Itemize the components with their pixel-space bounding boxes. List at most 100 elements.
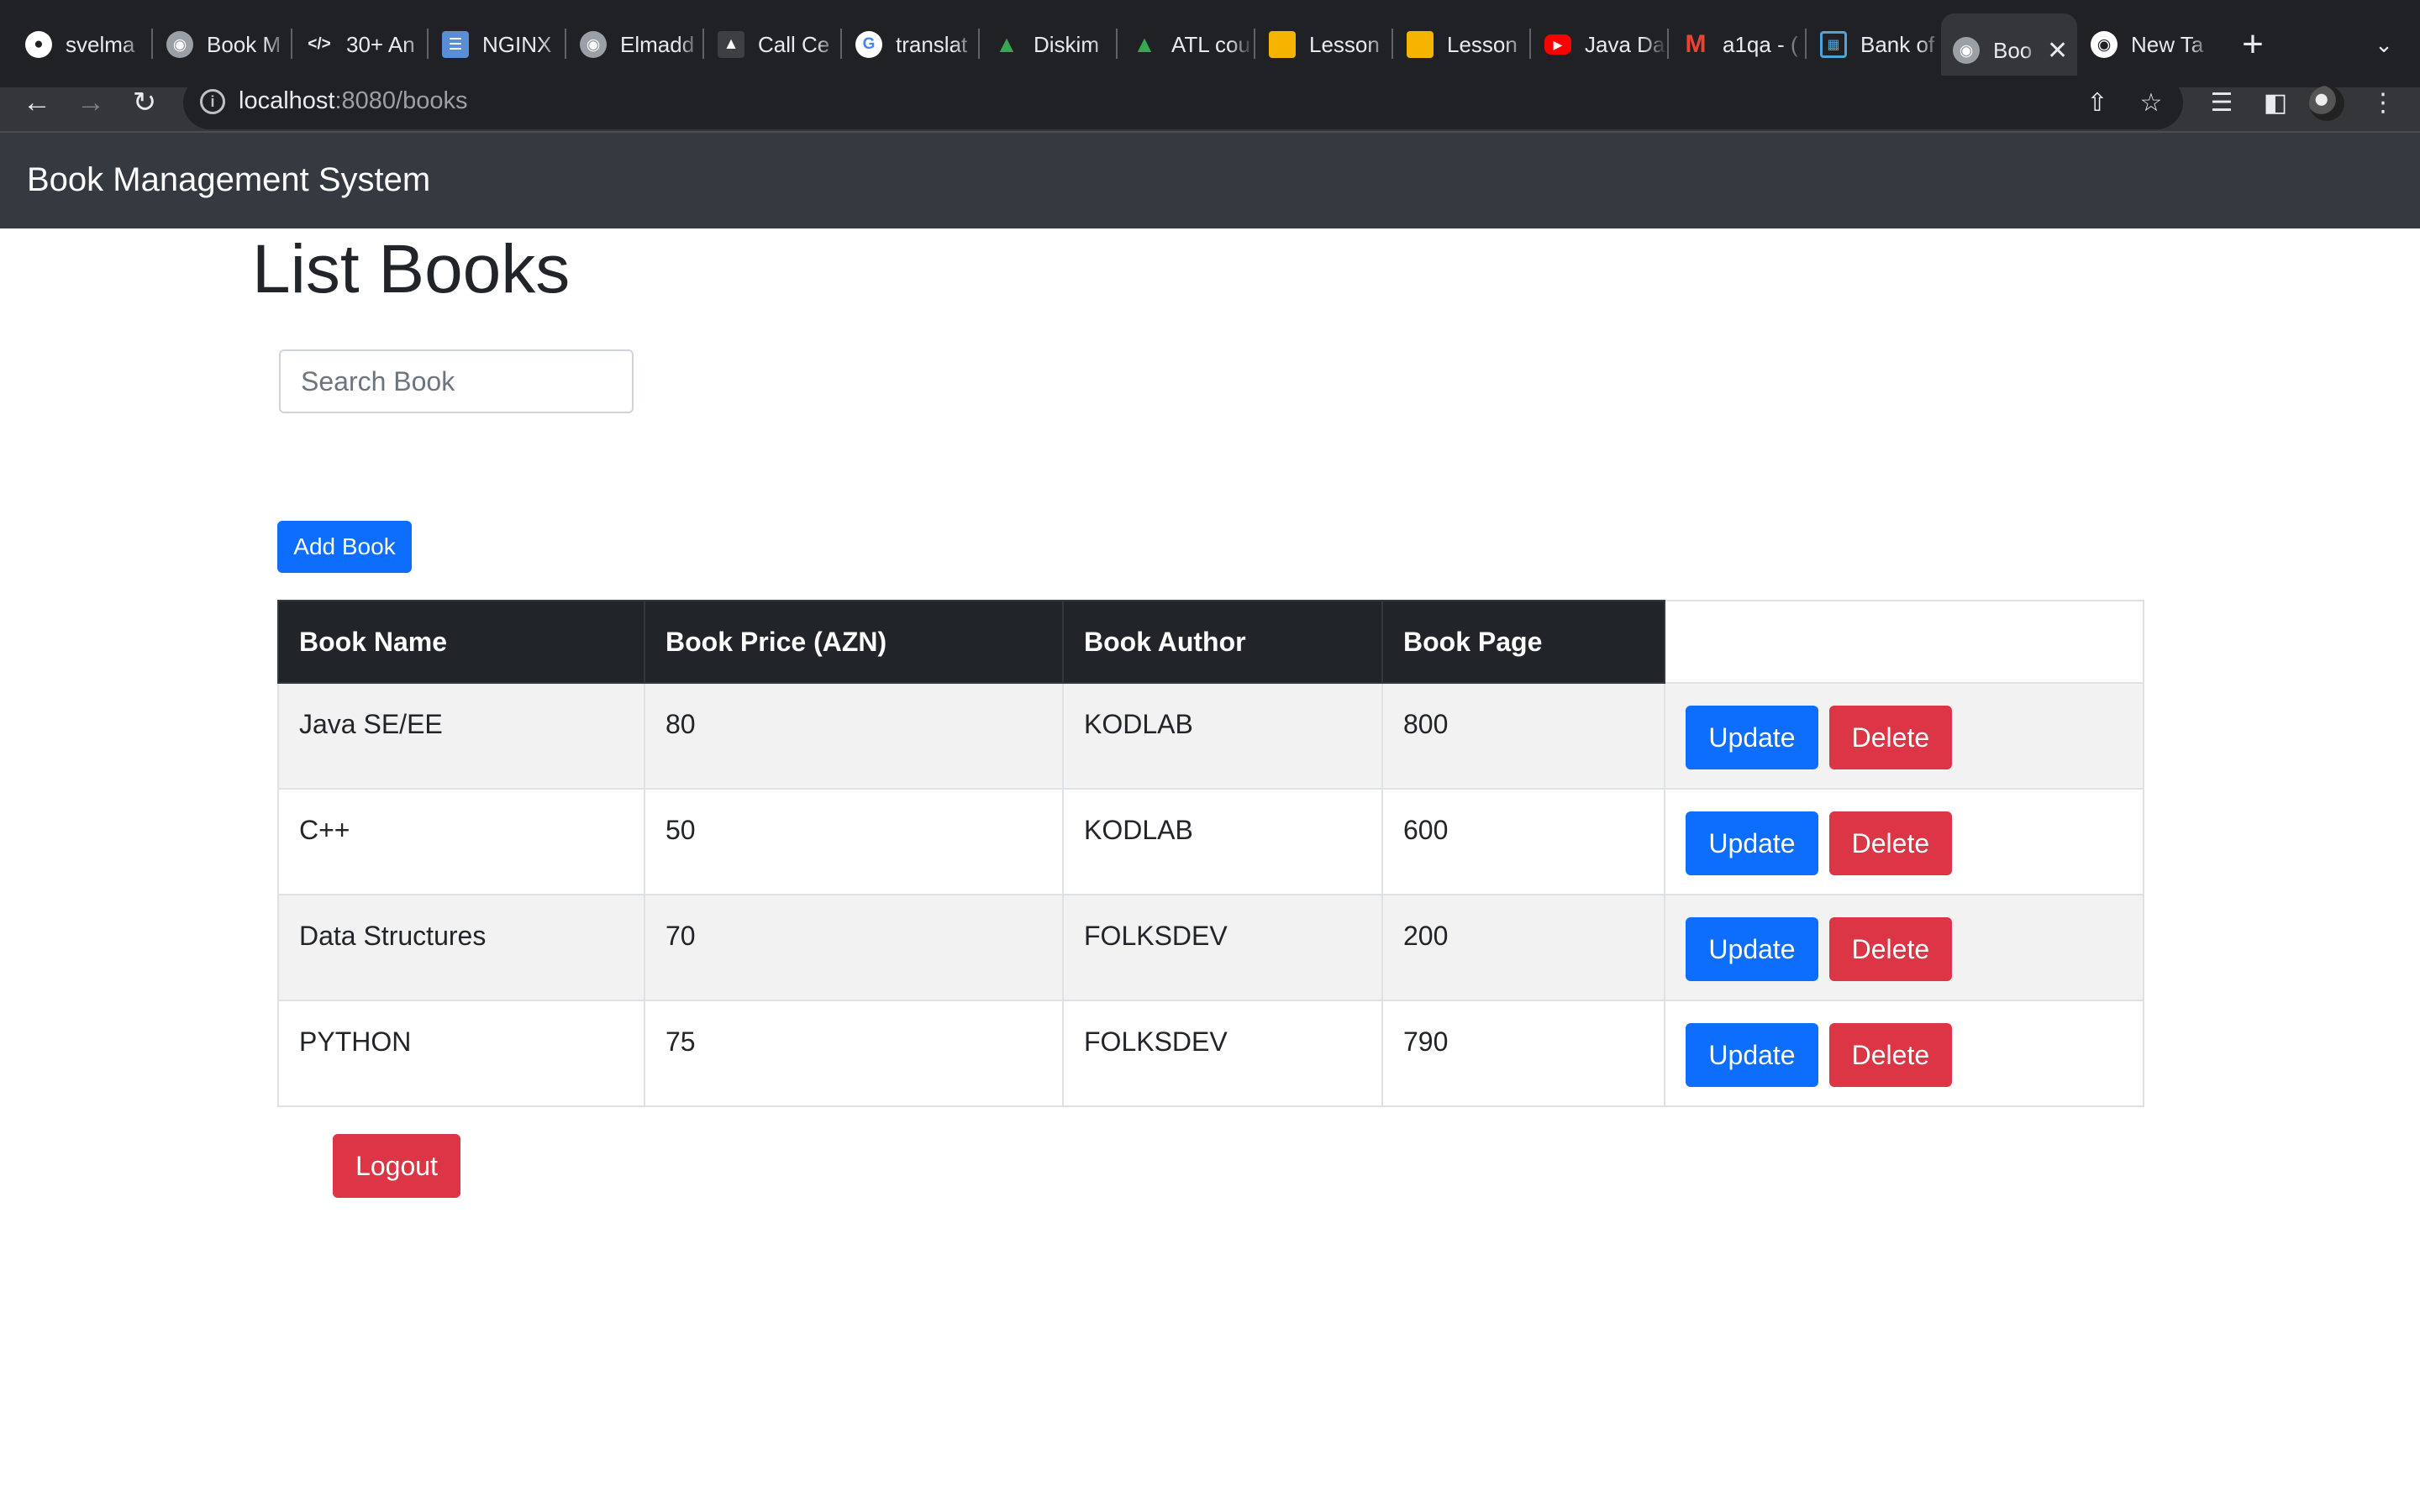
gmail-icon: M (1685, 30, 1707, 58)
tab-label: 30+ An (346, 31, 415, 57)
back-arrow-icon[interactable]: ← (13, 79, 60, 126)
cell-book-name: Data Structures (277, 894, 645, 1001)
column-header-price: Book Price (AZN) (644, 600, 1064, 684)
tab-label: Book M (207, 31, 281, 57)
cell-book-price: 80 (644, 682, 1064, 790)
cell-book-name: Java SE/EE (277, 682, 645, 790)
books-table: Book Name Book Price (AZN) Book Author B… (277, 600, 2144, 1107)
table-row: Data Structures 70 FOLKSDEV 200 Update D… (277, 894, 2144, 1001)
tab-label: Diskim (1034, 31, 1099, 57)
cell-book-author: FOLKSDEV (1062, 894, 1383, 1001)
delete-button[interactable]: Delete (1828, 917, 1952, 981)
url-text[interactable]: localhost:8080/books (239, 87, 467, 115)
column-header-name: Book Name (277, 600, 645, 684)
column-header-actions (1664, 600, 2144, 684)
cell-book-author: KODLAB (1062, 682, 1383, 790)
media-queue-icon[interactable]: ☰ (2202, 82, 2242, 123)
tab-label: New Ta (2131, 31, 2204, 57)
youtube-icon: ▶ (1544, 34, 1571, 55)
tab-label: NGINX (482, 31, 552, 57)
cell-book-name: C++ (277, 788, 645, 895)
browser-tab[interactable]: Lesson (1395, 18, 1529, 71)
delete-button[interactable]: Delete (1828, 1023, 1952, 1087)
code-icon: </> (308, 35, 331, 53)
delete-button[interactable]: Delete (1828, 811, 1952, 875)
cell-book-price: 70 (644, 894, 1064, 1001)
cell-book-pages: 200 (1381, 894, 1665, 1001)
globe-icon: ◉ (580, 31, 607, 58)
tab-label: Boo (1993, 37, 2033, 63)
close-tab-icon[interactable]: ✕ (2047, 36, 2068, 66)
graduation-cap-icon: ▲ (718, 31, 744, 58)
cell-book-price: 50 (644, 788, 1064, 895)
update-button[interactable]: Update (1686, 1023, 1818, 1087)
browser-tab[interactable]: ◉ New Ta (2079, 18, 2213, 71)
bookmark-star-icon[interactable]: ☆ (2133, 84, 2170, 121)
browser-tab[interactable]: M a1qa - ( (1670, 18, 1805, 71)
address-bar[interactable]: i localhost:8080/books ⇧ ☆ (183, 76, 2183, 129)
cell-book-author: FOLKSDEV (1062, 1000, 1383, 1107)
cell-book-name: PYTHON (277, 1000, 645, 1107)
update-button[interactable]: Update (1686, 811, 1818, 875)
chrome-icon: ◉ (2091, 31, 2118, 58)
cell-actions: Update Delete (1664, 1000, 2144, 1107)
column-header-author: Book Author (1062, 600, 1383, 684)
google-icon: G (855, 31, 882, 58)
tab-label: Call Ce (758, 31, 830, 57)
cell-book-pages: 600 (1381, 788, 1665, 895)
table-header-row: Book Name Book Price (AZN) Book Author B… (277, 600, 2144, 684)
table-row: Java SE/EE 80 KODLAB 800 Update Delete (277, 682, 2144, 790)
browser-tab[interactable]: Lesson (1257, 18, 1392, 71)
browser-tab[interactable]: ▦ Bank of (1808, 18, 1943, 71)
tab-label: Bank of (1860, 31, 1935, 57)
browser-tab[interactable]: </> 30+ An (294, 18, 429, 71)
navbar: Book Management System (0, 133, 2420, 228)
cell-actions: Update Delete (1664, 682, 2144, 790)
browser-tab[interactable]: ▲ Diskim (981, 18, 1116, 71)
tab-label: translat (896, 31, 968, 57)
table-row: C++ 50 KODLAB 600 Update Delete (277, 788, 2144, 895)
browser-tab[interactable]: ☰ NGINX (430, 18, 565, 71)
cell-book-pages: 790 (1381, 1000, 1665, 1107)
share-icon[interactable]: ⇧ (2079, 84, 2116, 121)
browser-tab-strip: ● svelma ◉ Book M </> 30+ An ☰ NGINX ◉ E… (0, 0, 2420, 87)
cell-actions: Update Delete (1664, 894, 2144, 1001)
page-title: List Books (252, 231, 571, 307)
tab-label: Java Da (1585, 31, 1665, 57)
globe-icon: ◉ (166, 31, 193, 58)
forward-arrow-icon[interactable]: → (67, 79, 114, 126)
cell-book-price: 75 (644, 1000, 1064, 1107)
delete-button[interactable]: Delete (1828, 706, 1952, 769)
update-button[interactable]: Update (1686, 706, 1818, 769)
google-drive-icon: ▲ (1133, 31, 1156, 57)
tab-label: a1qa - ( (1723, 31, 1798, 57)
globe-icon: ◉ (1953, 37, 1980, 64)
add-book-button[interactable]: Add Book (277, 521, 412, 573)
cell-book-author: KODLAB (1062, 788, 1383, 895)
browser-tab[interactable]: ◉ Elmadd (568, 18, 702, 71)
browser-tab[interactable]: G translat (844, 18, 978, 71)
navbar-brand[interactable]: Book Management System (27, 161, 430, 199)
browser-tab[interactable]: ▶ Java Da (1533, 18, 1667, 71)
new-tab-icon[interactable]: + (2232, 24, 2274, 66)
side-panel-icon[interactable]: ◧ (2255, 82, 2296, 123)
cell-book-pages: 800 (1381, 682, 1665, 790)
browser-tab[interactable]: ◉ Book M (155, 18, 289, 71)
tab-label: Elmadd (620, 31, 695, 57)
browser-tab[interactable]: ● svelma (13, 18, 146, 71)
slides-icon (1407, 31, 1434, 58)
browser-tab[interactable]: ▲ Call Ce (706, 18, 840, 71)
reload-icon[interactable]: ↻ (121, 79, 168, 126)
profile-avatar[interactable] (2309, 86, 2344, 121)
update-button[interactable]: Update (1686, 917, 1818, 981)
github-icon: ● (25, 31, 52, 58)
browser-tab[interactable]: ▲ ATL cou (1119, 18, 1254, 71)
search-input[interactable] (279, 349, 634, 413)
tab-search-chevron-icon[interactable]: ⌄ (2363, 24, 2405, 66)
column-header-pages: Book Page (1381, 600, 1665, 684)
tab-label: Lesson (1447, 31, 1518, 57)
tab-label: Lesson (1309, 31, 1380, 57)
logout-button[interactable]: Logout (333, 1134, 460, 1198)
site-info-icon[interactable]: i (200, 89, 225, 114)
more-menu-icon[interactable]: ⋮ (2363, 82, 2403, 123)
